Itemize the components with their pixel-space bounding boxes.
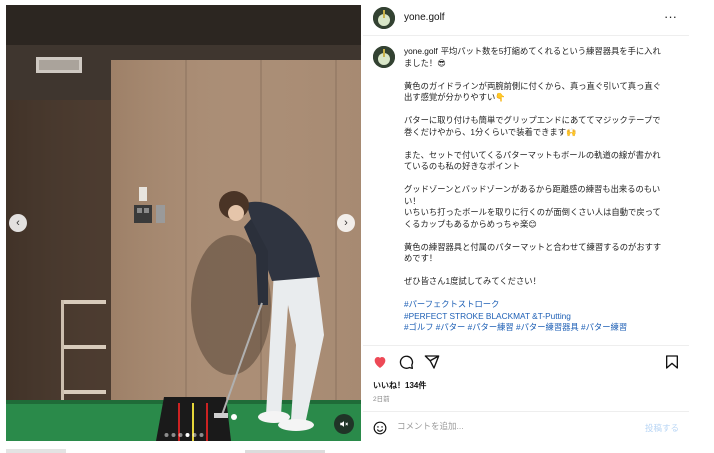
comment-icon[interactable] [398,354,414,370]
hashtag-link[interactable]: #ゴルフ #パター #パター練習 #パター練習器具 #パター練習 [404,322,666,334]
like-count[interactable]: いいね！134件 [373,380,426,391]
carousel-next-button[interactable]: › [337,214,355,232]
heart-icon[interactable] [372,354,388,370]
caption-username-link[interactable]: yone.golf [404,46,438,56]
bottom-edge-strip [6,449,66,453]
post-media[interactable]: ‹ › [6,5,361,441]
carousel-dot [185,433,189,437]
share-icon[interactable] [424,354,440,370]
carousel-dot [178,433,182,437]
comment-bar: 投稿する [363,411,689,441]
carousel-dot [171,433,175,437]
comment-input[interactable] [397,421,627,431]
action-bar [363,345,689,375]
carousel-dot [164,433,168,437]
post-comment-button[interactable]: 投稿する [645,422,679,434]
post-sidebar: yone.golf ··· yone.golf 平均パット数を5打縮めてくれるとい… [363,0,689,453]
avatar[interactable] [373,7,395,29]
post-header: yone.golf ··· [363,0,689,36]
golf-practice-photo [6,5,361,441]
avatar-image [373,46,395,68]
chevron-right-icon: › [344,216,348,229]
caption-paragraph: yone.golf 平均パット数を5打縮めてくれるという練習器具を手に入れました！… [404,46,661,68]
username-link[interactable]: yone.golf [404,12,445,23]
carousel-prev-button[interactable]: ‹ [9,214,27,232]
speaker-muted-icon [340,421,349,427]
caption-scroll-area[interactable]: yone.golf 平均パット数を5打縮めてくれるという練習器具を手に入れました！… [363,41,689,343]
carousel-dot [192,433,196,437]
caption-paragraph: ぜひ皆さん1度試してみてください！ [404,276,541,286]
chevron-left-icon: ‹ [16,216,20,229]
bookmark-icon[interactable] [664,354,680,370]
carousel-indicator [164,433,203,437]
caption-paragraph: グッドゾーンとバッドゾーンがあるから距離感の練習も出来るのもいい！ いちいち打っ… [404,184,661,229]
emoji-icon[interactable] [373,421,387,435]
post-date[interactable]: 2日前 [373,393,390,403]
caption-paragraph: パターに取り付けも簡単でグリップエンドにあててマジックテープで巻くだけやから、1… [404,115,661,137]
caption-paragraph: また、セットで付いてくるパターマットもボールの軌道の線が書かれているのも私の好き… [404,149,661,172]
carousel-dot [199,433,203,437]
post-caption: yone.golf 平均パット数を5打縮めてくれるという練習器具を手に入れました！… [404,46,666,334]
caption-paragraph: 黄色のガイドラインが両腕前側に付くから、真っ直ぐ引いて真っ直ぐ出す感覚が分かりや… [404,80,661,103]
avatar-image [373,7,395,29]
hashtag-link[interactable]: #パーフェクトストローク [404,299,666,311]
more-options-icon[interactable]: ··· [664,9,677,24]
avatar[interactable] [373,46,395,68]
hashtag-list: #パーフェクトストローク #PERFECT STROKE BLACKMAT &T… [404,299,666,334]
mute-button[interactable] [334,414,354,434]
hashtag-link[interactable]: #PERFECT STROKE BLACKMAT &T-Putting [404,311,666,323]
caption-paragraph: 黄色の練習器具と付属のパターマットと合わせて練習するのがおすすめです！ [404,241,662,264]
